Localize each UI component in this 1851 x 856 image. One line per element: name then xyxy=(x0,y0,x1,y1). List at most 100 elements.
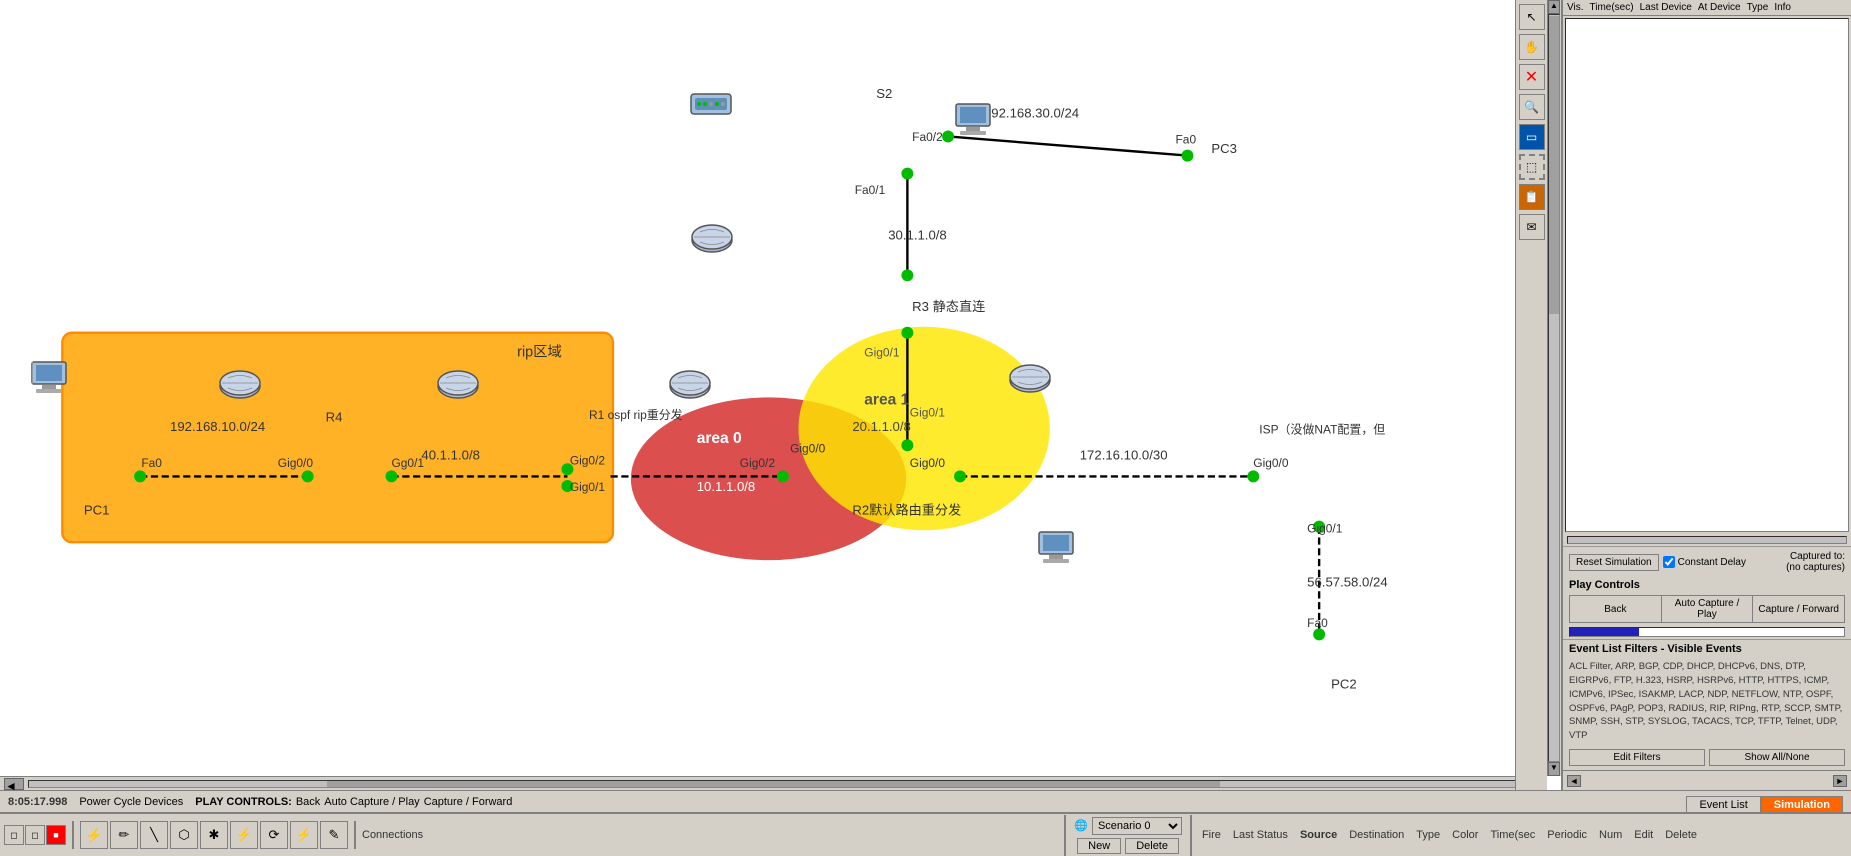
event-list-tab[interactable]: Event List xyxy=(1686,796,1760,813)
mail-btn[interactable]: ✉ xyxy=(1519,214,1545,240)
bottom-status-bar: 8:05:17.998 Power Cycle Devices PLAY CON… xyxy=(0,790,1851,812)
toolbar-btn9[interactable]: ✎ xyxy=(320,821,348,849)
h-scrollbar[interactable]: ◄ ► xyxy=(0,776,1547,790)
canvas-area[interactable]: area 0 10.1.1.0/8 area 1 20.1.1.0/8 rip区… xyxy=(0,0,1561,790)
scroll-right-btn[interactable]: ► xyxy=(1833,775,1847,787)
col-type: Type xyxy=(1747,2,1769,13)
auto-capture-btn[interactable]: Auto Capture / Play xyxy=(1662,596,1754,622)
connections-label: Connections xyxy=(362,829,423,841)
device-s2[interactable] xyxy=(689,90,733,118)
bottom-toolbar: ◻ ◻ ■ ⚡ ✏ ╲ ⬡ ✱ ⚡ ⟳ ⚡ ✎ Connections 🌐 Sc… xyxy=(0,812,1851,856)
color-col[interactable]: Color xyxy=(1452,829,1478,841)
svg-text:192.168.30.0/24: 192.168.30.0/24 xyxy=(984,105,1079,120)
edit-col[interactable]: Edit xyxy=(1634,829,1653,841)
close-btn[interactable]: ✕ xyxy=(1519,64,1545,90)
device-pc2[interactable] xyxy=(1035,530,1079,566)
orange-btn[interactable]: 📋 xyxy=(1519,184,1545,210)
top-area: area 0 10.1.1.0/8 area 1 20.1.1.0/8 rip区… xyxy=(0,0,1851,790)
search-btn[interactable]: 🔍 xyxy=(1519,94,1545,120)
col-at-device: At Device xyxy=(1698,2,1741,13)
rect-btn[interactable]: ▭ xyxy=(1519,124,1545,150)
select-tool-btn[interactable]: ↖ xyxy=(1519,4,1545,30)
toolbar-btn1[interactable]: ⚡ xyxy=(80,821,108,849)
svg-text:40.1.1.0/8: 40.1.1.0/8 xyxy=(421,448,480,463)
time-col[interactable]: Time(sec xyxy=(1490,829,1535,841)
scenario-btns: New Delete xyxy=(1077,838,1179,854)
toolbar-btn7[interactable]: ⟳ xyxy=(260,821,288,849)
constant-delay-checkbox[interactable] xyxy=(1663,556,1675,568)
toolbar-btn2[interactable]: ✏ xyxy=(110,821,138,849)
tool-icons-group: ◻ ◻ ■ ⚡ ✏ ╲ ⬡ ✱ ⚡ ⟳ ⚡ ✎ xyxy=(4,821,356,849)
svg-text:Gig0/1: Gig0/1 xyxy=(570,480,606,494)
constant-delay-label[interactable]: Constant Delay xyxy=(1663,556,1746,568)
new-scenario-btn[interactable]: New xyxy=(1077,838,1121,854)
svg-text:rip区域: rip区域 xyxy=(517,344,562,361)
fire-col[interactable]: Fire xyxy=(1202,829,1221,841)
tool-sq2[interactable]: ◻ xyxy=(25,825,45,845)
constant-delay-text: Constant Delay xyxy=(1678,557,1746,568)
toolbar-btn4[interactable]: ⬡ xyxy=(170,821,198,849)
device-r1[interactable] xyxy=(436,368,480,404)
destination-col[interactable]: Destination xyxy=(1349,829,1404,841)
device-r2[interactable] xyxy=(668,368,712,404)
hand-tool-btn[interactable]: ✋ xyxy=(1519,34,1545,60)
source-col[interactable]: Source xyxy=(1300,829,1337,841)
tool-sq3[interactable]: ■ xyxy=(46,825,66,845)
device-pc3[interactable] xyxy=(952,102,996,138)
back-btn[interactable]: Back xyxy=(1570,596,1662,622)
svg-text:PC2: PC2 xyxy=(1331,676,1357,691)
delete-scenario-btn[interactable]: Delete xyxy=(1125,838,1179,854)
event-list-area[interactable] xyxy=(1565,18,1849,532)
svg-text:Fa0: Fa0 xyxy=(1176,133,1197,147)
capture-forward-btn[interactable]: Capture / Forward xyxy=(1753,596,1844,622)
tool-sq1[interactable]: ◻ xyxy=(4,825,24,845)
toolbar-btn3[interactable]: ╲ xyxy=(140,821,168,849)
device-pc1[interactable] xyxy=(28,360,72,396)
reset-sim-row: Reset Simulation Constant Delay Captured… xyxy=(1563,546,1851,577)
device-isp[interactable] xyxy=(1008,362,1052,398)
svg-text:R1 ospf rip重分发: R1 ospf rip重分发 xyxy=(589,407,683,422)
timestamp-display: 8:05:17.998 xyxy=(8,796,67,808)
periodic-col[interactable]: Periodic xyxy=(1547,829,1587,841)
svg-text:Gig0/2: Gig0/2 xyxy=(740,456,776,470)
play-progress-bar[interactable] xyxy=(1569,627,1845,637)
edit-filters-btn[interactable]: Edit Filters xyxy=(1569,749,1705,766)
col-time: Time(sec) xyxy=(1590,2,1634,13)
svg-text:Fa0: Fa0 xyxy=(141,456,162,470)
delete-col[interactable]: Delete xyxy=(1665,829,1697,841)
scenario-section: 🌐 Scenario 0 New Delete xyxy=(1064,815,1192,856)
toolbar-btn5[interactable]: ✱ xyxy=(200,821,228,849)
play-controls-static-label: PLAY CONTROLS: xyxy=(195,796,292,808)
svg-text:192.168.10.0/24: 192.168.10.0/24 xyxy=(170,419,265,434)
svg-text:172.16.10.0/30: 172.16.10.0/30 xyxy=(1080,448,1168,463)
svg-text:Gig0/1: Gig0/1 xyxy=(864,346,900,360)
last-status-col[interactable]: Last Status xyxy=(1233,829,1288,841)
captured-to-section: Captured to: (no captures) xyxy=(1786,551,1845,573)
toolbar-btn8[interactable]: ⚡ xyxy=(290,821,318,849)
event-table-header: Vis. Time(sec) Last Device At Device Typ… xyxy=(1563,0,1851,16)
v-scrollbar[interactable]: ▲ ▼ xyxy=(1547,0,1561,776)
show-all-none-btn[interactable]: Show All/None xyxy=(1709,749,1845,766)
svg-text:Gig0/0: Gig0/0 xyxy=(910,456,946,470)
bottom-tab-row: Event List Simulation xyxy=(1686,791,1843,813)
svg-text:Gig0/2: Gig0/2 xyxy=(570,453,606,467)
right-panel-footer: ◄ ► xyxy=(1563,770,1851,790)
type-col[interactable]: Type xyxy=(1416,829,1440,841)
toolbar-btn6[interactable]: ⚡ xyxy=(230,821,258,849)
event-cols-bar: Fire Last Status Source Destination Type… xyxy=(1194,829,1847,841)
reset-simulation-btn[interactable]: Reset Simulation xyxy=(1569,554,1659,571)
event-filters-header: Event List Filters - Visible Events xyxy=(1563,639,1851,658)
scroll-left-btn[interactable]: ◄ xyxy=(1567,775,1581,787)
svg-text:30.1.1.0/8: 30.1.1.0/8 xyxy=(888,227,947,242)
svg-text:R4: R4 xyxy=(326,409,343,424)
svg-text:Gig0/1: Gig0/1 xyxy=(1307,522,1343,536)
simulation-tab[interactable]: Simulation xyxy=(1761,796,1843,813)
svg-text:Gig0/0: Gig0/0 xyxy=(790,441,826,455)
svg-text:PC3: PC3 xyxy=(1211,141,1237,156)
scenario-select[interactable]: Scenario 0 xyxy=(1092,817,1182,835)
device-r4[interactable] xyxy=(218,368,262,404)
device-r3[interactable] xyxy=(690,222,734,258)
num-col[interactable]: Num xyxy=(1599,829,1622,841)
dashed-rect-btn[interactable]: ⬚ xyxy=(1519,154,1545,180)
filter-buttons-row: Edit Filters Show All/None xyxy=(1563,745,1851,770)
